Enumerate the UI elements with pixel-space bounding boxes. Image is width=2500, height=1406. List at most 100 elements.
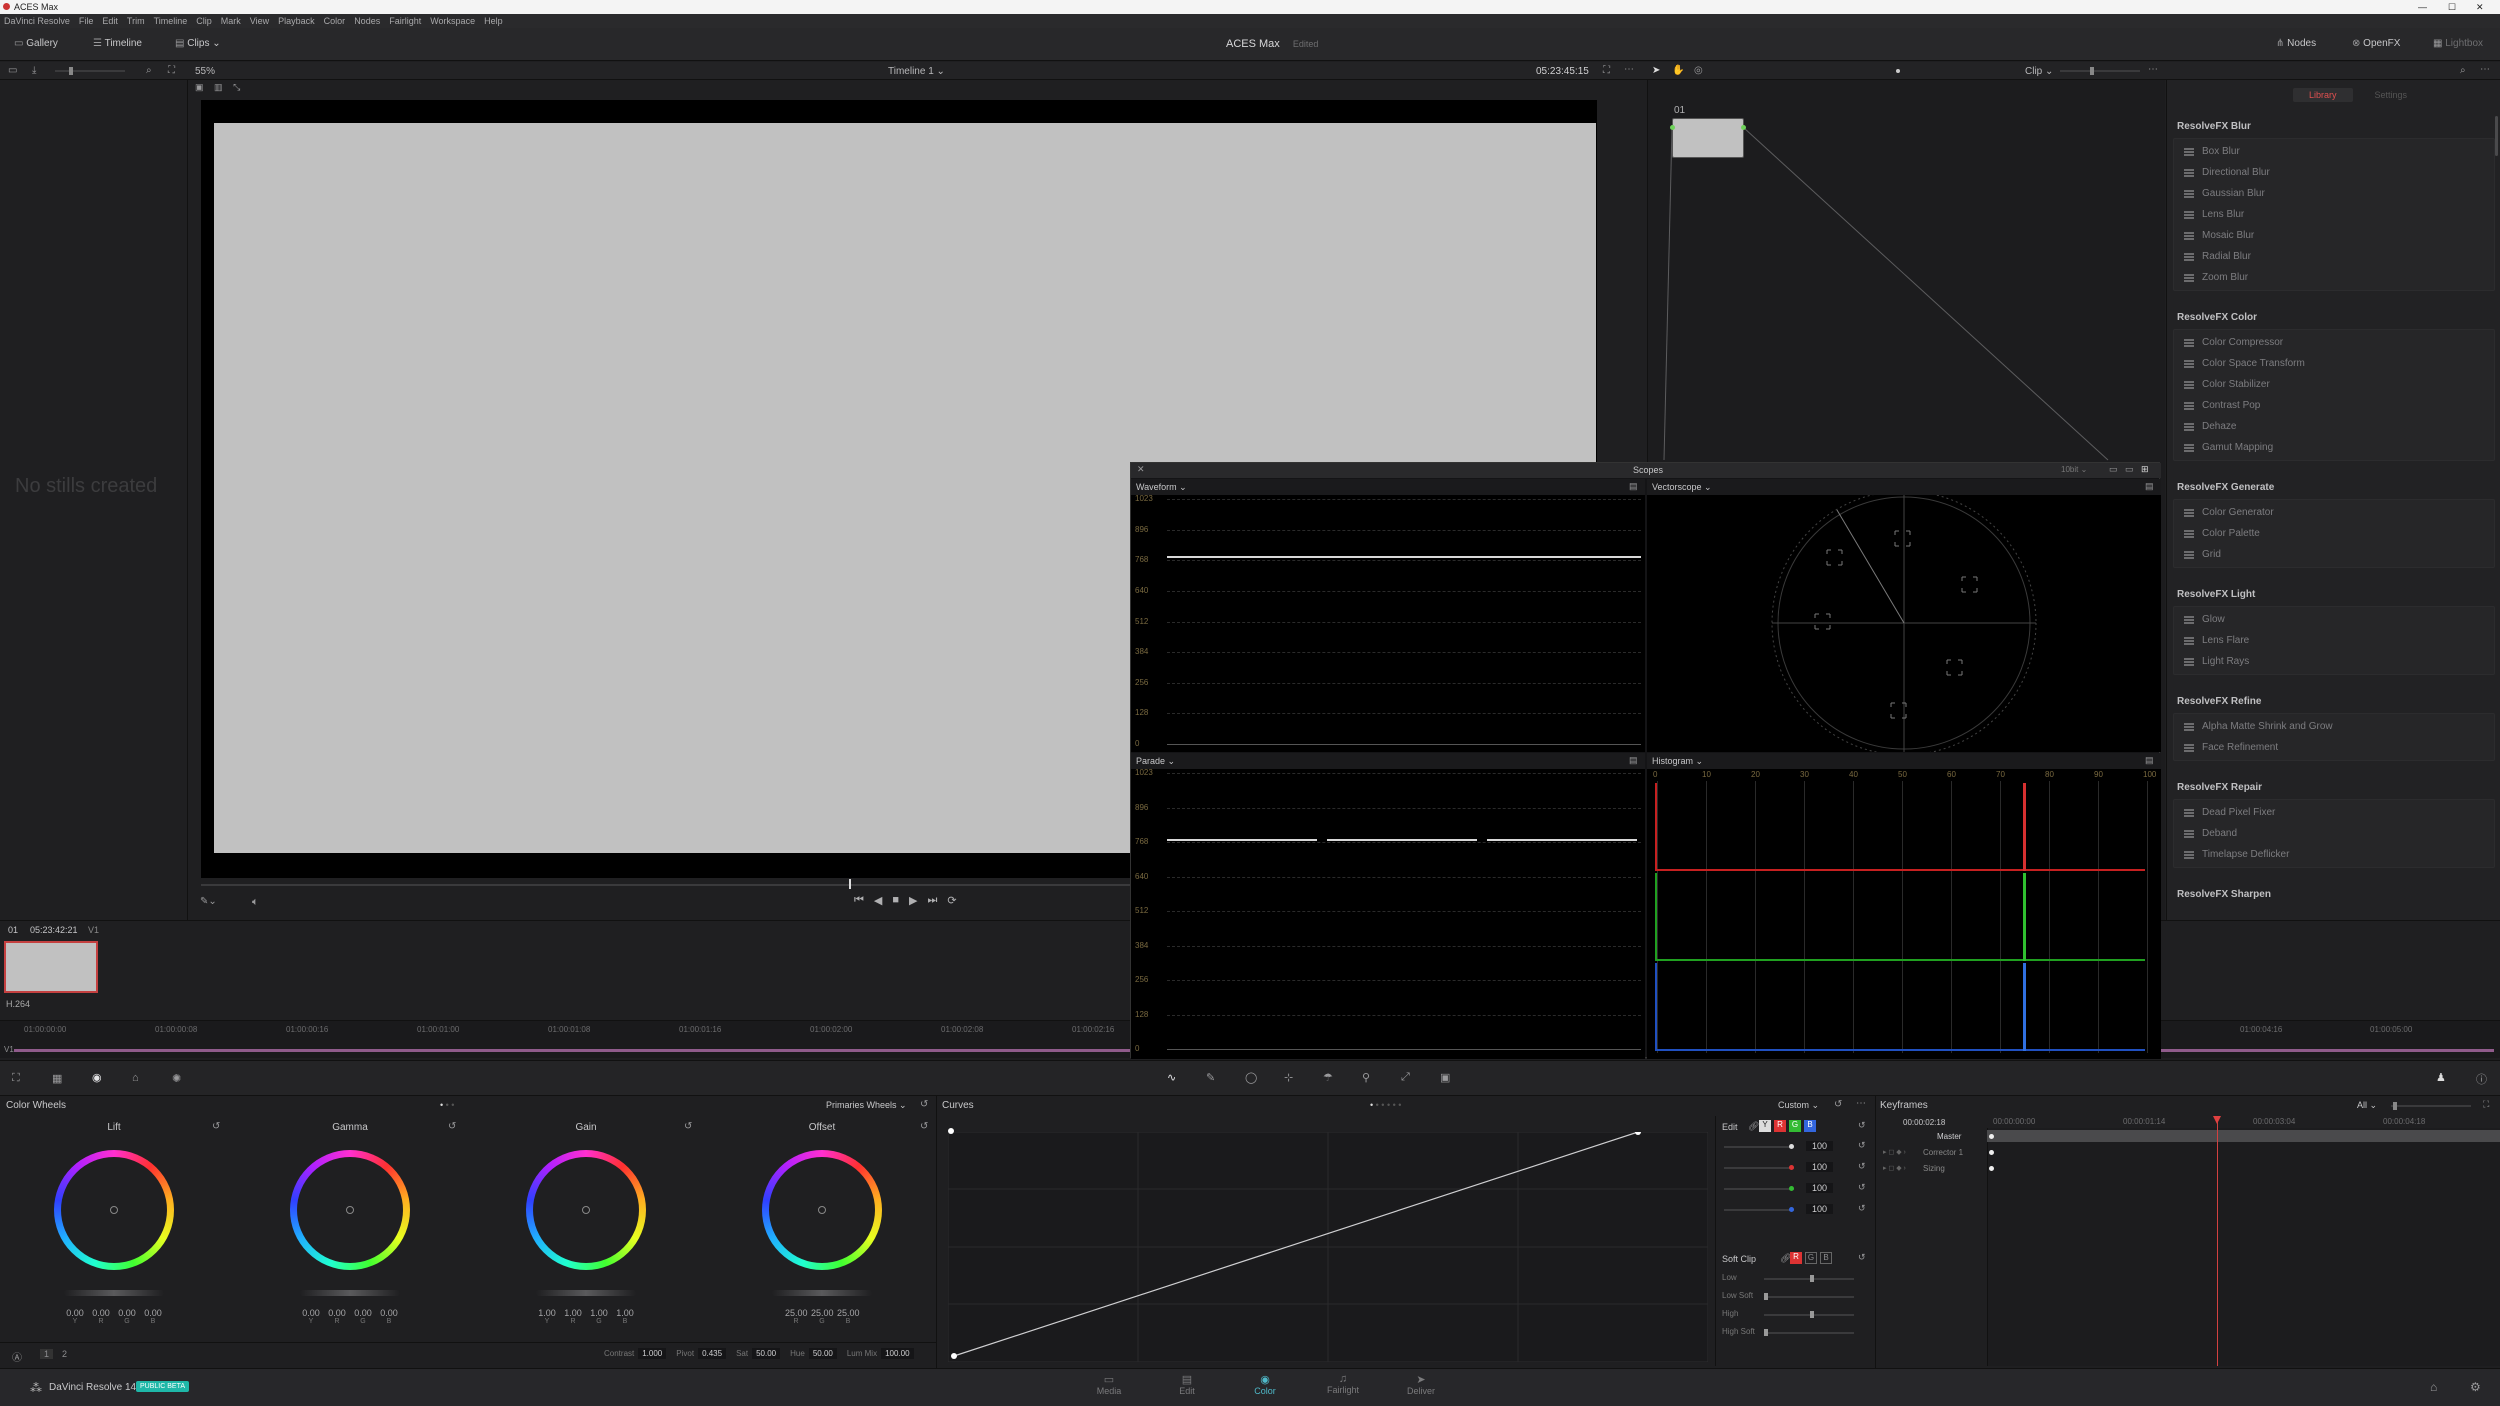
viewer-mode-icon[interactable]: ▣ bbox=[195, 82, 204, 93]
intensity-reset-icon[interactable]: ↺ bbox=[1858, 1161, 1866, 1172]
info-icon[interactable]: ⓘ bbox=[2476, 1071, 2487, 1087]
scrubber-playhead[interactable] bbox=[849, 879, 851, 889]
reverse-icon[interactable]: ◀ bbox=[874, 894, 882, 907]
waveform-dropdown[interactable]: Waveform ⌄ bbox=[1136, 482, 1187, 493]
audio-icon[interactable]: 🔈︎ bbox=[252, 896, 259, 909]
fx-item[interactable]: Dead Pixel Fixer bbox=[2174, 802, 2494, 823]
channel-r-button[interactable]: R bbox=[1774, 1120, 1786, 1132]
intensity-reset-icon[interactable]: ↺ bbox=[1858, 1140, 1866, 1151]
playhead-marker[interactable] bbox=[2213, 1116, 2221, 1124]
bypass-icon[interactable]: ◎ bbox=[1694, 65, 1703, 76]
scopes-close-icon[interactable]: ✕ bbox=[1137, 464, 1145, 475]
soft-clip-slider[interactable] bbox=[1764, 1275, 1854, 1282]
intensity-slider[interactable] bbox=[1724, 1186, 1794, 1191]
fx-item[interactable]: Gaussian Blur bbox=[2174, 183, 2494, 204]
parade-settings-icon[interactable]: ▤ bbox=[1629, 755, 1638, 766]
param-value[interactable]: 100.00 bbox=[881, 1348, 914, 1359]
wheel-page-2[interactable]: 2 bbox=[58, 1349, 71, 1359]
tab-settings[interactable]: Settings bbox=[2359, 88, 2424, 102]
sizing-icon[interactable]: ⤢ bbox=[1401, 1071, 1410, 1084]
node-input-dot[interactable] bbox=[1670, 125, 1675, 130]
wheel-value[interactable]: 0.00 bbox=[326, 1308, 348, 1318]
fit-icon[interactable]: ⛶ bbox=[168, 65, 175, 76]
pointer-tool-icon[interactable]: ➤ bbox=[1652, 65, 1660, 76]
fx-item[interactable]: Glow bbox=[2174, 609, 2494, 630]
fx-item[interactable]: Directional Blur bbox=[2174, 162, 2494, 183]
wheel-center-handle[interactable] bbox=[818, 1206, 826, 1214]
fx-item[interactable]: Box Blur bbox=[2174, 141, 2494, 162]
parade-dropdown[interactable]: Parade ⌄ bbox=[1136, 756, 1175, 767]
track-expand-icon[interactable]: ▸ ◻ ◆ › bbox=[1883, 1148, 1906, 1156]
soft-clip-handle[interactable] bbox=[1810, 1275, 1814, 1282]
color-match-icon[interactable]: ▦ bbox=[52, 1072, 62, 1085]
hand-tool-icon[interactable]: ✋ bbox=[1672, 65, 1684, 76]
soft-clip-slider[interactable] bbox=[1764, 1311, 1854, 1318]
master-wheel-jog[interactable] bbox=[772, 1290, 872, 1296]
rgb-mixer-icon[interactable]: ⌂ bbox=[132, 1072, 139, 1084]
jump-end-icon[interactable]: ⏭ bbox=[928, 894, 938, 907]
node-zoom-slider[interactable] bbox=[2060, 67, 2140, 75]
soft-clip-handle[interactable] bbox=[1810, 1311, 1814, 1318]
intensity-value[interactable]: 100 bbox=[1806, 1204, 1834, 1214]
fx-item[interactable]: Radial Blur bbox=[2174, 246, 2494, 267]
jump-start-icon[interactable]: ⏮ bbox=[854, 894, 864, 907]
tracker-icon[interactable]: ⊹ bbox=[1284, 1071, 1293, 1084]
waveform-settings-icon[interactable]: ▤ bbox=[1629, 481, 1638, 492]
menu-item-10[interactable]: Nodes bbox=[354, 14, 380, 28]
corrector-node[interactable] bbox=[1670, 118, 1746, 158]
wheel-mode-dropdown[interactable]: Primaries Wheels ⌄ bbox=[826, 1100, 907, 1111]
menu-item-11[interactable]: Fairlight bbox=[389, 14, 421, 28]
intensity-handle[interactable] bbox=[1789, 1207, 1794, 1212]
settings-gear-icon[interactable]: ⚙ bbox=[2470, 1380, 2481, 1394]
soft-clip-handle[interactable] bbox=[1764, 1329, 1768, 1336]
camera-raw-icon[interactable]: ⛶ bbox=[12, 1072, 20, 1085]
histogram-settings-icon[interactable]: ▤ bbox=[2145, 755, 2154, 766]
menu-item-5[interactable]: Clip bbox=[196, 14, 212, 28]
openfx-toggle[interactable]: ⊗ OpenFX bbox=[2352, 38, 2400, 49]
soft-clip-handle[interactable] bbox=[1764, 1293, 1768, 1300]
keyframes-zoom-slider[interactable] bbox=[2391, 1102, 2471, 1110]
wheel-value[interactable]: 25.00 bbox=[811, 1308, 834, 1318]
motion-effects-icon[interactable]: ✺ bbox=[172, 1072, 181, 1085]
wheel-value[interactable]: 0.00 bbox=[142, 1308, 164, 1318]
intensity-value[interactable]: 100 bbox=[1806, 1141, 1834, 1151]
menu-item-1[interactable]: File bbox=[79, 14, 94, 28]
fx-item[interactable]: Deband bbox=[2174, 823, 2494, 844]
fullscreen-icon[interactable]: ⛶ bbox=[1603, 65, 1610, 76]
wheel-value[interactable]: 1.00 bbox=[588, 1308, 610, 1318]
keyframe-dot[interactable] bbox=[1989, 1150, 1994, 1155]
scopes-titlebar[interactable]: ✕ Scopes 10bit ⌄ ▭ ▭ ⊞ bbox=[1131, 463, 2161, 478]
single-layout-icon[interactable]: ▭ bbox=[2109, 464, 2118, 475]
loop-icon[interactable]: ⟳ bbox=[947, 894, 956, 907]
fx-more-icon[interactable]: ⋯ bbox=[2480, 64, 2490, 75]
wheel-value[interactable]: 1.00 bbox=[562, 1308, 584, 1318]
soft-clip-slider[interactable] bbox=[1764, 1329, 1854, 1336]
fx-item[interactable]: Lens Blur bbox=[2174, 204, 2494, 225]
soft-clip-r-button[interactable]: R bbox=[1790, 1252, 1802, 1264]
intensity-handle[interactable] bbox=[1789, 1165, 1794, 1170]
page-tab-deliver[interactable]: ➤ Deliver bbox=[1400, 1373, 1442, 1396]
master-wheel-jog[interactable] bbox=[536, 1290, 636, 1296]
node-more-icon[interactable]: ⋯ bbox=[2148, 64, 2158, 75]
search-icon[interactable]: ⌕ bbox=[146, 65, 152, 76]
soft-clip-b-button[interactable]: B bbox=[1820, 1252, 1832, 1264]
menu-item-13[interactable]: Help bbox=[484, 14, 503, 28]
wheel-reset-icon[interactable]: ↺ bbox=[684, 1121, 692, 1132]
intensity-handle[interactable] bbox=[1789, 1144, 1794, 1149]
soft-clip-reset-icon[interactable]: ↺ bbox=[1858, 1252, 1866, 1263]
intensity-slider[interactable] bbox=[1724, 1165, 1794, 1170]
wheel-center-handle[interactable] bbox=[346, 1206, 354, 1214]
fx-item[interactable]: Alpha Matte Shrink and Grow bbox=[2174, 716, 2494, 737]
fx-item[interactable]: Color Compressor bbox=[2174, 332, 2494, 353]
menu-item-3[interactable]: Trim bbox=[127, 14, 145, 28]
curve-graph[interactable] bbox=[948, 1132, 1708, 1362]
fx-item[interactable]: Timelapse Deflicker bbox=[2174, 844, 2494, 865]
intensity-slider[interactable] bbox=[1724, 1144, 1794, 1149]
curve-top-point[interactable] bbox=[948, 1128, 954, 1134]
page-tab-color[interactable]: ◉ Color bbox=[1244, 1373, 1286, 1396]
more-options-icon[interactable]: ⋯ bbox=[1624, 64, 1634, 75]
channel-g-button[interactable]: G bbox=[1789, 1120, 1801, 1132]
intensity-reset-icon[interactable]: ↺ bbox=[1858, 1182, 1866, 1193]
wheel-value[interactable]: 0.00 bbox=[378, 1308, 400, 1318]
fx-item[interactable]: Color Palette bbox=[2174, 523, 2494, 544]
